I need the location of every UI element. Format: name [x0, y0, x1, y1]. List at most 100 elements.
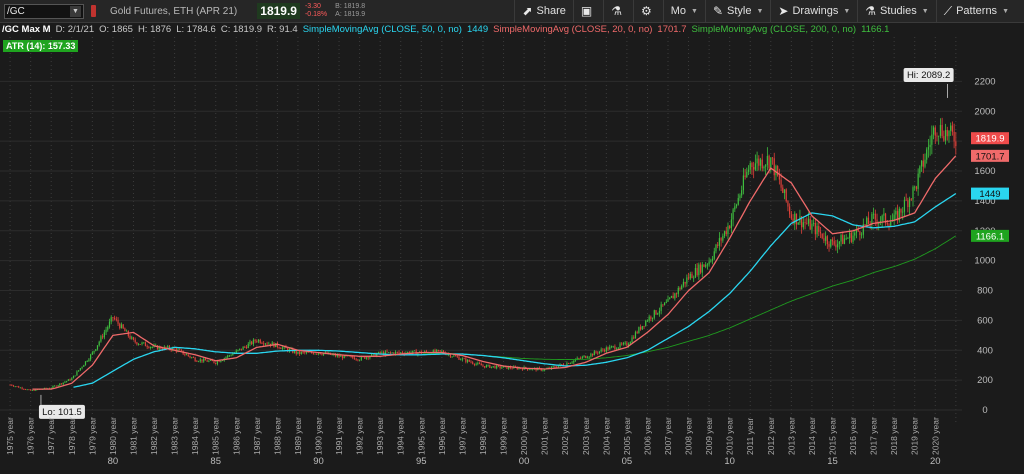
- price-chart-svg[interactable]: Hi: 2089.2Lo: 101.5020040060080010001200…: [0, 37, 1024, 469]
- candle-body: [938, 135, 940, 137]
- candle-body: [955, 141, 957, 147]
- candle-body: [742, 175, 744, 191]
- candle-body: [939, 124, 942, 136]
- candle-body: [655, 310, 657, 315]
- candle-body: [136, 342, 138, 345]
- candle-body: [648, 316, 650, 321]
- candle-body: [280, 348, 282, 349]
- price-label: 1819.9: [975, 134, 1004, 145]
- caret-down-icon: ▼: [921, 7, 929, 15]
- toolbar-button-patterns[interactable]: ⟋ Patterns ▼: [935, 0, 1016, 22]
- candle-body: [883, 213, 885, 216]
- sma200-value: 1166.1: [861, 24, 890, 35]
- candle-body: [24, 389, 27, 391]
- candle-body: [451, 356, 453, 358]
- share-icon: ⬈: [522, 4, 533, 18]
- sma20-label[interactable]: SimpleMovingAvg (CLOSE, 20, 0, no): [493, 24, 652, 35]
- candle-body: [588, 356, 590, 358]
- candle-body: [490, 366, 493, 368]
- candle-body: [586, 357, 589, 359]
- candle-body: [360, 356, 362, 360]
- candle-body: [854, 232, 856, 236]
- sma200-label[interactable]: SimpleMovingAvg (CLOSE, 200, 0, no): [691, 24, 856, 35]
- candle-body: [470, 361, 472, 363]
- candle-body: [665, 301, 667, 303]
- candle-body: [256, 341, 258, 343]
- x-tick-label: 20: [930, 456, 941, 467]
- candle-body: [819, 231, 822, 234]
- year-label: 1996 year: [437, 417, 447, 455]
- bid-ask: B: 1819.8 A: 1819.9: [335, 3, 365, 19]
- candle-body: [816, 226, 818, 235]
- candle-body: [818, 226, 820, 232]
- candle-body: [468, 359, 470, 362]
- toolbar-button-flask-icon[interactable]: ⚗: [603, 0, 633, 22]
- candle-body: [581, 356, 583, 359]
- candle-body: [653, 310, 655, 318]
- lo-callout-label: Lo: 101.5: [42, 407, 82, 418]
- year-label: 2005 year: [622, 417, 632, 455]
- candle-body: [247, 343, 249, 349]
- candle-body: [737, 198, 739, 205]
- candle-body: [379, 352, 381, 354]
- candle-body: [359, 359, 361, 361]
- toolbar-button-drawings[interactable]: ➤ Drawings ▼: [770, 0, 857, 22]
- candle-body: [26, 389, 28, 391]
- caret-down-icon: ▼: [756, 7, 764, 15]
- candle-body: [850, 232, 852, 242]
- candle-body: [62, 382, 64, 385]
- candle-body: [314, 353, 316, 355]
- candle-body: [806, 222, 808, 224]
- candle-body: [831, 239, 834, 242]
- year-label: 1975 year: [5, 417, 15, 455]
- candle-body: [477, 362, 479, 364]
- candle-body: [357, 359, 359, 361]
- toolbar-button-mo[interactable]: Mo ▼: [662, 0, 705, 22]
- flag-icon[interactable]: [91, 5, 96, 17]
- candle-body: [472, 362, 474, 364]
- chevron-down-icon[interactable]: ▼: [70, 5, 81, 17]
- candle-body: [386, 351, 388, 353]
- candle-body: [110, 317, 112, 322]
- candle-body: [437, 349, 440, 351]
- candle-body: [849, 232, 851, 239]
- toolbar-button-share[interactable]: ⬈ Share: [514, 0, 572, 22]
- candle-body: [60, 383, 63, 385]
- candle-body: [713, 251, 715, 259]
- candle-body: [196, 361, 198, 362]
- y-tick-label: 200: [977, 375, 993, 386]
- candle-body: [761, 159, 763, 169]
- candle-body: [624, 342, 626, 344]
- candle-body: [138, 344, 140, 345]
- toolbar-button-gear-icon[interactable]: ⚙: [632, 0, 663, 22]
- toolbar-buttons: ⬈ Share ▣ ⚗ ⚙ Mo ▼ ✎ Style ▼ ➤ Drawings ▼ ⚗ Studies ▼ ⟋ P…: [514, 0, 1016, 22]
- toolbar-button-studies[interactable]: ⚗ Studies ▼: [857, 0, 935, 22]
- candle-body: [494, 366, 496, 369]
- x-tick-label: 85: [210, 456, 221, 467]
- year-label: 1982 year: [149, 417, 159, 455]
- candle-body: [569, 362, 571, 364]
- year-label: 2015 year: [827, 417, 837, 455]
- candle-body: [463, 358, 465, 360]
- symbol-input[interactable]: /GC ▼: [4, 3, 84, 19]
- candle-body: [840, 235, 842, 242]
- candle-body: [720, 238, 722, 241]
- candle-body: [571, 362, 573, 364]
- year-label: 2009 year: [704, 417, 714, 455]
- candle-body: [927, 147, 930, 150]
- candle-body: [167, 346, 169, 348]
- candle-body: [950, 125, 952, 131]
- toolbar-button-camera-icon[interactable]: ▣: [572, 0, 603, 22]
- candle-body: [677, 288, 679, 294]
- candle-body: [593, 351, 595, 356]
- price-chart[interactable]: Hi: 2089.2Lo: 101.5020040060080010001200…: [0, 37, 1024, 469]
- candle-body: [466, 359, 469, 362]
- candle-body: [225, 357, 227, 359]
- candle-body: [789, 206, 791, 215]
- candle-body: [213, 361, 215, 363]
- candle-body: [81, 366, 83, 369]
- toolbar-button-style[interactable]: ✎ Style ▼: [704, 0, 770, 22]
- candle-body: [771, 157, 774, 159]
- sma50-label[interactable]: SimpleMovingAvg (CLOSE, 50, 0, no): [303, 24, 462, 35]
- candle-body: [134, 339, 136, 343]
